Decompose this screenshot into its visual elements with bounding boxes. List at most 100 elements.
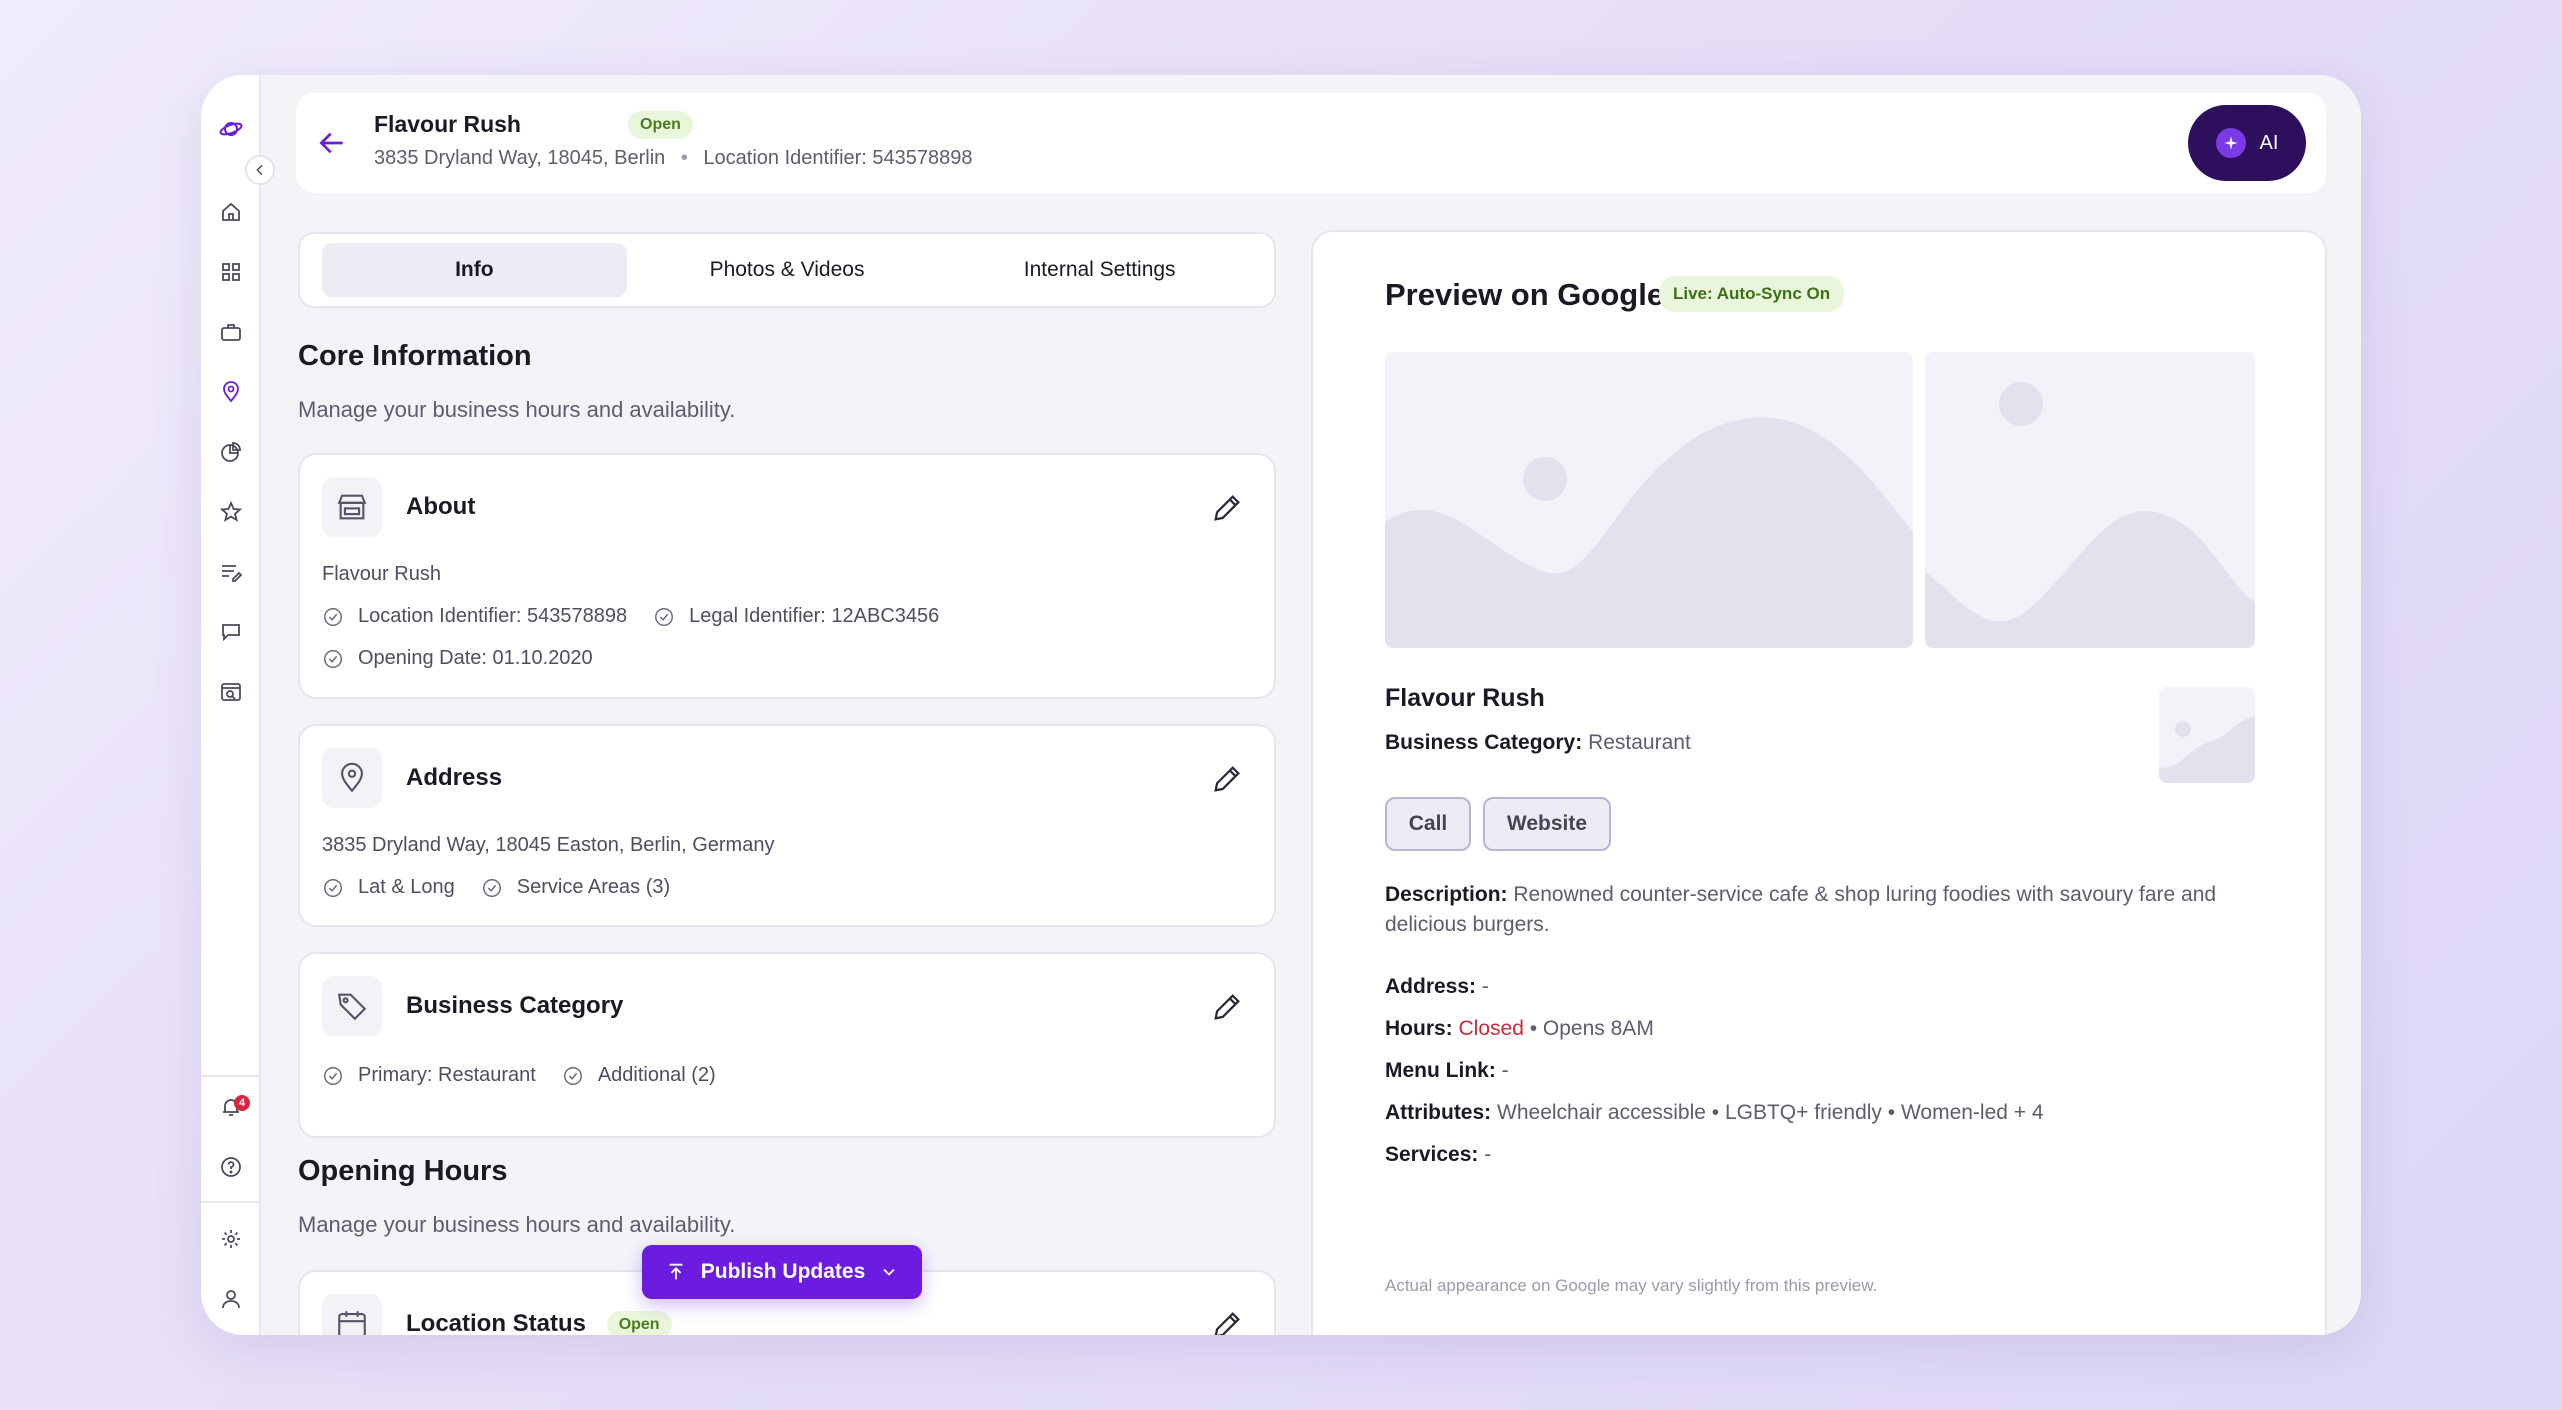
edit-location-status-icon[interactable] [1210,1308,1244,1335]
tab-bar: Info Photos & Videos Internal Settings [298,232,1276,308]
briefcase-icon[interactable] [201,310,261,354]
location-pin-icon[interactable] [201,370,261,414]
category-row: Primary: Restaurant Additional (2) [322,1064,742,1087]
bell-icon[interactable] [201,1085,261,1129]
category-value: Restaurant [1588,731,1691,754]
description-value: Renowned counter-service cafe & shop lur… [1385,883,2217,936]
services-label: Services: [1385,1143,1479,1166]
collapse-sidebar-button[interactable] [245,155,275,185]
primary-category-text: Primary: Restaurant [358,1064,536,1086]
call-button[interactable]: Call [1385,797,1471,851]
hours-label: Hours: [1385,1017,1453,1040]
location-status-label: Location Status [406,1310,587,1335]
header-address: 3835 Dryland Way, 18045, Berlin [374,147,666,169]
description-label: Description: [1385,883,1508,906]
legal-identifier-item: Legal Identifier: 12ABC3456 [653,605,939,628]
check-circle-icon [563,1066,582,1085]
preview-title: Preview on Google [1385,277,1665,312]
additional-category-item: Additional (2) [562,1064,716,1087]
hours-value: • Opens 8AM [1529,1017,1654,1040]
service-areas-text: Service Areas (3) [516,876,671,898]
home-icon[interactable] [201,190,261,234]
preview-category: Business Category: Restaurant [1385,728,1691,758]
about-title: About [406,493,476,520]
sync-status-badge: Live: Auto-Sync On [1659,276,1845,312]
dashboard-grid-icon[interactable] [201,250,261,294]
user-icon[interactable] [201,1277,261,1321]
photo-placeholder-small [1925,352,2255,648]
chevron-down-icon[interactable] [879,1262,899,1282]
opening-date-row: Opening Date: 01.10.2020 [322,647,619,670]
services-value: - [1484,1143,1492,1166]
star-icon[interactable] [201,490,261,534]
opening-hours-subtitle: Manage your business hours and availabil… [298,1212,736,1237]
header-separator: • [680,147,688,169]
notification-badge: 4 [234,1095,250,1111]
hours-status: Closed [1458,1017,1524,1040]
image-placeholder-icon [1925,382,2255,648]
image-placeholder-icon [1385,417,1913,648]
edit-about-icon[interactable] [1210,491,1244,525]
page-header: Flavour Rush Open 3835 Dryland Way, 1804… [296,93,2326,193]
image-placeholder-icon [2159,717,2255,783]
address-title: Address [406,764,503,791]
preview-address: Address: - [1385,972,1489,1002]
category-label: Business Category: [1385,731,1583,754]
analytics-pie-icon[interactable] [201,430,261,474]
edit-category-icon[interactable] [1210,990,1244,1024]
ai-label: AI [2259,131,2279,154]
calendar-icon [322,1294,382,1335]
check-circle-icon [324,878,342,897]
edit-list-icon[interactable] [201,550,261,594]
primary-category-item: Primary: Restaurant [322,1064,536,1087]
back-arrow-icon[interactable] [316,127,348,159]
upload-icon [669,1263,683,1280]
planet-logo-icon[interactable] [201,107,261,151]
preview-disclaimer: Actual appearance on Google may vary sli… [1385,1276,1878,1295]
core-information-title: Core Information [298,340,532,372]
preview-attributes: Attributes: Wheelchair accessible • LGBT… [1385,1098,2044,1128]
settings-gear-icon[interactable] [201,1217,261,1261]
legal-identifier-text: Legal Identifier: 12ABC3456 [689,605,940,627]
tab-internal-settings[interactable]: Internal Settings [947,243,1252,297]
help-icon[interactable] [201,1145,261,1189]
search-window-icon[interactable] [201,670,261,714]
edit-address-icon[interactable] [1210,762,1244,796]
header-location-id: Location Identifier: 543578898 [703,147,973,169]
about-card: About Flavour Rush Location Identifier: … [298,453,1276,699]
check-circle-icon [324,649,342,668]
ai-sparkle-icon [2215,128,2246,158]
full-address: 3835 Dryland Way, 18045 Easton, Berlin, … [322,834,775,856]
preview-hours: Hours: Closed • Opens 8AM [1385,1014,1654,1044]
address-label: Address: [1385,975,1477,998]
photo-placeholder-large [1385,352,1913,648]
location-status-badge: Open [606,1310,672,1335]
additional-category-text: Additional (2) [597,1064,716,1086]
business-category-title: Business Category [406,992,624,1019]
tab-info[interactable]: Info [322,243,627,297]
check-circle-icon [324,607,342,626]
chat-icon[interactable] [201,610,261,654]
service-areas-item: Service Areas (3) [481,876,670,899]
preview-services: Services: - [1385,1140,1491,1170]
address-value: - [1481,975,1489,998]
address-card: Address 3835 Dryland Way, 18045 Easton, … [298,724,1276,927]
status-badge: Open [628,111,693,139]
website-button[interactable]: Website [1483,797,1611,851]
about-name: Flavour Rush [322,563,441,585]
opening-date-text: Opening Date: 01.10.2020 [358,647,593,669]
tab-photos-videos[interactable]: Photos & Videos [635,243,940,297]
business-name: Flavour Rush [374,111,521,137]
attributes-label: Attributes: [1385,1101,1492,1124]
menu-link-label: Menu Link: [1385,1059,1496,1082]
lat-long-item: Lat & Long [322,876,455,899]
publish-updates-button[interactable]: Publish Updates [642,1245,922,1299]
map-pin-icon [322,748,382,808]
preview-business-name: Flavour Rush [1385,684,1545,712]
logo-placeholder [2159,687,2255,783]
opening-date-item: Opening Date: 01.10.2020 [322,647,593,670]
preview-description: Description: Renowned counter-service ca… [1385,880,2265,940]
check-circle-icon [324,1066,342,1085]
attributes-value: Wheelchair accessible • LGBTQ+ friendly … [1497,1101,2044,1124]
ai-assistant-button[interactable]: AI [2188,105,2306,181]
